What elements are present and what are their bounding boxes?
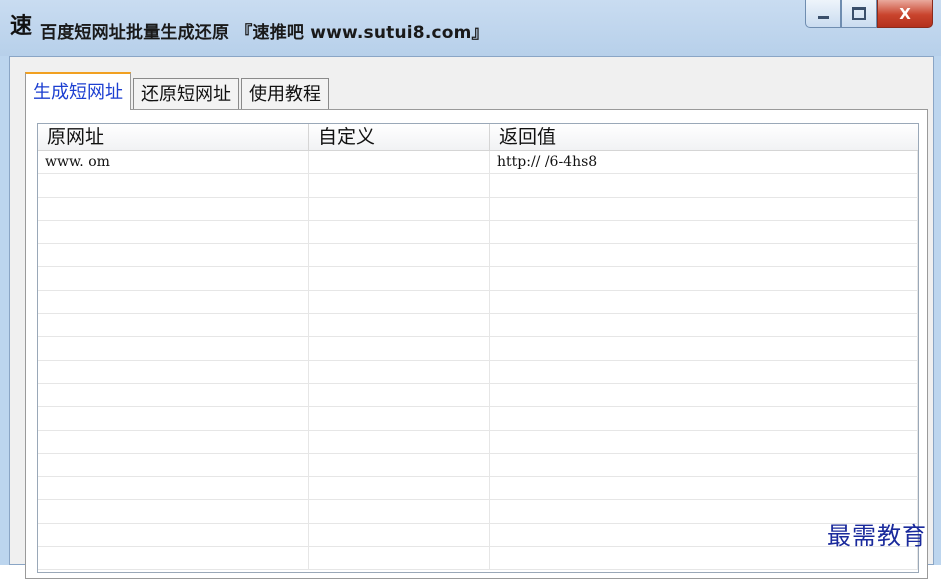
cell-original-url [38, 547, 309, 570]
cell-original-url [38, 453, 309, 477]
table-row[interactable]: www. om http:// /6-4hs8 [38, 151, 918, 175]
cell-original-url [38, 523, 309, 547]
close-icon: X [899, 4, 911, 23]
table-header: 原网址 自定义 返回值 [38, 124, 918, 151]
maximize-button[interactable] [841, 0, 877, 28]
cell-custom [309, 453, 490, 477]
cell-custom [309, 407, 490, 430]
table-row[interactable] [38, 453, 918, 478]
table-row[interactable] [38, 477, 918, 501]
cell-custom [309, 383, 490, 407]
cell-return-value [490, 174, 918, 197]
table-row[interactable] [38, 547, 918, 571]
window-title: 百度短网址批量生成还原 『速推吧 www.sutui8.com』 [40, 23, 489, 43]
tab-tutorial[interactable]: 使用教程 [241, 78, 329, 110]
table-row[interactable] [38, 244, 918, 268]
cell-return-value [490, 290, 918, 314]
cell-custom [309, 360, 490, 383]
cell-return-value [490, 337, 918, 360]
cell-custom [309, 151, 490, 174]
cell-return-value [490, 360, 918, 383]
cell-custom [309, 197, 490, 220]
table-row[interactable] [38, 407, 918, 431]
cell-custom [309, 547, 490, 570]
cell-original-url [38, 407, 309, 430]
table-row[interactable] [38, 360, 918, 384]
cell-custom [309, 244, 490, 267]
cell-original-url [38, 290, 309, 314]
window-controls: X [805, 0, 933, 32]
app-window: 速 百度短网址批量生成还原 『速推吧 www.sutui8.com』 X 生成短… [0, 0, 941, 579]
cell-original-url [38, 244, 309, 267]
table-row[interactable] [38, 267, 918, 291]
cell-return-value [490, 407, 918, 430]
table-body: www. om http:// /6-4hs8 [38, 151, 918, 571]
client-area: 生成短网址 还原短网址 使用教程 原网址 自定义 返回值 www. om http… [9, 56, 934, 579]
cell-return-value [490, 267, 918, 290]
tab-panel: 原网址 自定义 返回值 www. om http:// /6-4hs8 [25, 109, 928, 579]
cell-return-value [490, 244, 918, 267]
cell-original-url [38, 267, 309, 290]
close-button[interactable]: X [877, 0, 933, 28]
tab-generate-short-url[interactable]: 生成短网址 [25, 72, 131, 110]
app-icon: 速 [10, 14, 33, 39]
table-row[interactable] [38, 430, 918, 454]
cell-return-value [490, 314, 918, 337]
cell-custom [309, 174, 490, 197]
cell-custom [309, 523, 490, 547]
table-row[interactable] [38, 314, 918, 338]
table-row[interactable] [38, 174, 918, 198]
maximize-icon [852, 7, 866, 20]
cell-original-url [38, 337, 309, 360]
tab-bar: 生成短网址 还原短网址 使用教程 [25, 72, 331, 110]
cell-custom [309, 314, 490, 337]
watermark-text: 最需教育 [827, 522, 927, 550]
table-row[interactable] [38, 220, 918, 245]
column-header-return-value[interactable]: 返回值 [490, 124, 918, 150]
table-row[interactable] [38, 523, 918, 548]
cell-original-url [38, 220, 309, 244]
cell-return-value [490, 477, 918, 500]
column-header-original-url[interactable]: 原网址 [38, 124, 309, 150]
title-bar[interactable]: 速 百度短网址批量生成还原 『速推吧 www.sutui8.com』 X [0, 0, 941, 56]
cell-original-url [38, 430, 309, 453]
cell-custom [309, 267, 490, 290]
table-row[interactable] [38, 500, 918, 524]
cell-original-url [38, 383, 309, 407]
cell-custom [309, 220, 490, 244]
table-row[interactable] [38, 337, 918, 361]
cell-original-url [38, 174, 309, 197]
cell-custom [309, 477, 490, 500]
cell-custom [309, 500, 490, 523]
cell-custom [309, 430, 490, 453]
table-row[interactable] [38, 383, 918, 408]
cell-original-url [38, 500, 309, 523]
cell-return-value [490, 220, 918, 244]
cell-return-value [490, 453, 918, 477]
cell-return-value [490, 197, 918, 220]
minimize-button[interactable] [805, 0, 841, 28]
column-header-custom[interactable]: 自定义 [309, 124, 490, 150]
url-list-table[interactable]: 原网址 自定义 返回值 www. om http:// /6-4hs8 [37, 123, 919, 573]
cell-original-url: www. om [38, 151, 309, 174]
table-row[interactable] [38, 197, 918, 221]
cell-original-url [38, 360, 309, 383]
table-row[interactable] [38, 290, 918, 315]
cell-custom [309, 290, 490, 314]
cell-return-value: http:// /6-4hs8 [490, 151, 918, 174]
cell-custom [309, 337, 490, 360]
cell-return-value [490, 430, 918, 453]
cell-original-url [38, 477, 309, 500]
cell-original-url [38, 314, 309, 337]
tab-restore-short-url[interactable]: 还原短网址 [133, 78, 239, 110]
cell-original-url [38, 197, 309, 220]
minimize-icon [817, 16, 829, 19]
cell-return-value [490, 383, 918, 407]
